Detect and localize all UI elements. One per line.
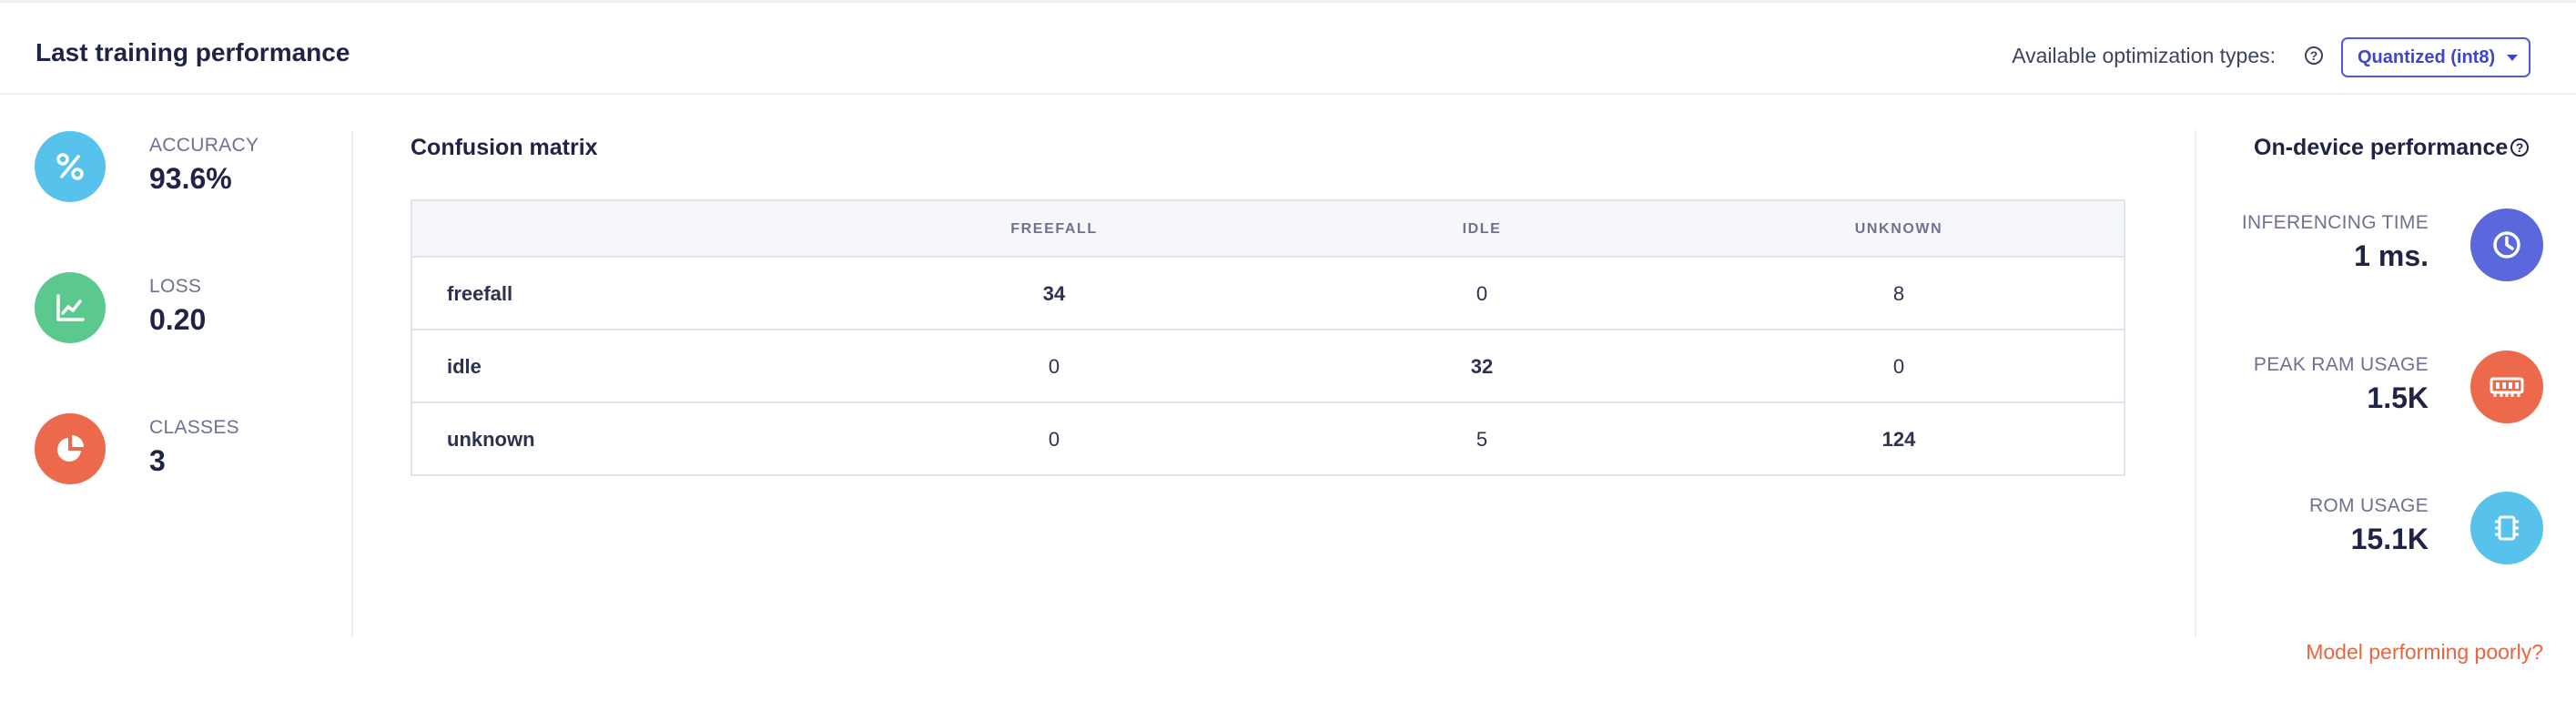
peak-ram-metric: PEAK RAM USAGE 1.5K [2185, 350, 2543, 423]
column-header-unknown: UNKNOWN [1854, 221, 1943, 237]
classes-value: 3 [149, 444, 166, 477]
optimization-types-label: Available optimization types: [2012, 44, 2276, 67]
card-title: Last training performance [35, 38, 350, 66]
percent-icon [35, 131, 106, 202]
card-header: Last training performance Available opti… [0, 5, 2576, 95]
table-cell: 0 [1892, 355, 1905, 378]
training-performance-card: Last training performance Available opti… [0, 0, 2576, 701]
clock-icon [2470, 208, 2543, 281]
row-label: freefall [447, 282, 513, 305]
inferencing-time-metric: INFERENCING TIME 1 ms. [2185, 208, 2543, 281]
table-row: freefall 34 0 8 [412, 258, 2124, 330]
rom-usage-metric: ROM USAGE 15.1K [2185, 492, 2543, 564]
classes-label: CLASSES [149, 417, 239, 438]
rom-usage-label: ROM USAGE [2308, 495, 2429, 516]
help-icon[interactable]: ? [2305, 46, 2323, 65]
chart-line-icon [35, 272, 106, 343]
rom-usage-value: 15.1K [2350, 523, 2429, 555]
table-cell: 32 [1470, 355, 1494, 378]
inferencing-time-value: 1 ms. [2354, 239, 2429, 272]
loss-value: 0.20 [149, 303, 207, 336]
caret-down-icon [2507, 55, 2518, 61]
help-icon[interactable]: ? [2510, 138, 2529, 157]
confusion-matrix-title: Confusion matrix [411, 135, 598, 160]
row-label: unknown [447, 428, 535, 451]
model-performing-poorly-link[interactable]: Model performing poorly? [2306, 640, 2543, 665]
table-cell: 0 [1476, 282, 1488, 305]
loss-metric: LOSS 0.20 [35, 272, 344, 343]
accuracy-label: ACCURACY [149, 135, 259, 156]
left-divider [351, 130, 353, 636]
column-header-freefall: FREEFALL [1010, 221, 1098, 237]
accuracy-metric: ACCURACY 93.6% [35, 131, 344, 202]
pie-chart-icon [35, 413, 106, 484]
optimization-type-dropdown[interactable]: Quantized (int8) [2341, 37, 2530, 77]
confusion-matrix-table: FREEFALL IDLE UNKNOWN freefall 34 0 8 id… [411, 199, 2125, 476]
memory-icon [2470, 350, 2543, 423]
table-cell: 34 [1042, 282, 1066, 305]
loss-label: LOSS [149, 276, 202, 297]
chip-icon [2470, 492, 2543, 564]
accuracy-value: 93.6% [149, 162, 232, 195]
table-header: FREEFALL IDLE UNKNOWN [412, 201, 2124, 258]
optimization-type-value: Quantized (int8) [2358, 47, 2496, 67]
table-row: idle 0 32 0 [412, 330, 2124, 403]
table-cell: 5 [1476, 428, 1488, 451]
peak-ram-value: 1.5K [2367, 381, 2429, 414]
table-cell: 0 [1048, 355, 1060, 378]
table-cell: 0 [1048, 428, 1060, 451]
table-cell: 8 [1892, 282, 1905, 305]
peak-ram-label: PEAK RAM USAGE [2253, 354, 2429, 375]
column-header-idle: IDLE [1462, 221, 1502, 237]
row-label: idle [447, 355, 482, 378]
inferencing-time-label: INFERENCING TIME [2241, 212, 2429, 233]
classes-metric: CLASSES 3 [35, 413, 344, 484]
table-row: unknown 0 5 124 [412, 403, 2124, 476]
on-device-performance-title: On-device performance [2254, 135, 2509, 160]
table-cell: 124 [1881, 428, 1916, 451]
